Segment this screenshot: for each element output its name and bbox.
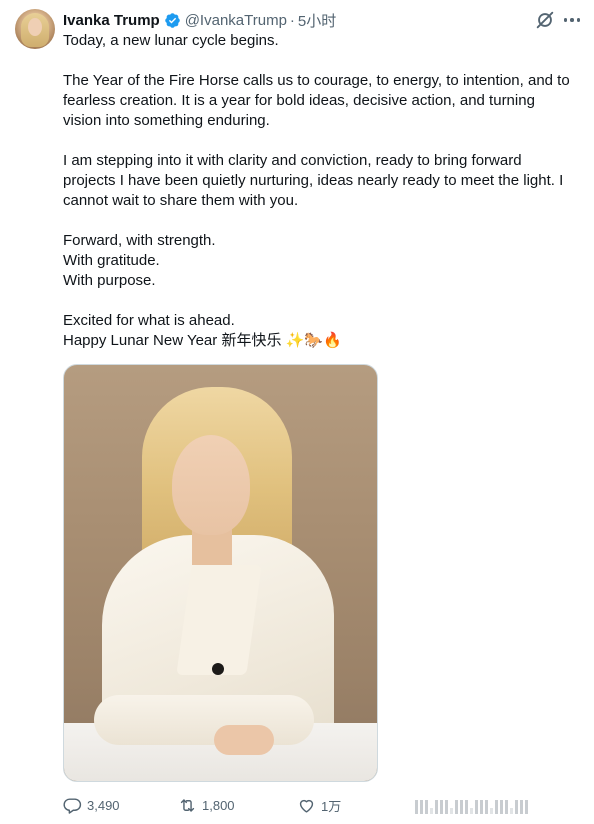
- retweet-count: 1,800: [202, 797, 235, 813]
- tweet-text: Today, a new lunar cycle begins. The Yea…: [63, 31, 585, 351]
- text-line: The Year of the Fire Horse calls us to c…: [63, 72, 570, 89]
- header-separator: ·: [289, 11, 295, 29]
- reply-count: 3,490: [87, 797, 120, 813]
- action-bar: 3,490 1,800 1万: [63, 794, 585, 816]
- paragraph-3: I am stepping into it with clarity and c…: [63, 151, 585, 211]
- like-button[interactable]: 1万: [297, 794, 341, 816]
- text-line: projects I have been quietly nurturing, …: [63, 172, 564, 189]
- text-line: Today, a new lunar cycle begins.: [63, 32, 279, 49]
- more-icon[interactable]: [561, 9, 583, 31]
- views-indicator[interactable]: [415, 794, 528, 816]
- photo-arm: [94, 695, 314, 745]
- text-line: With gratitude.: [63, 252, 160, 269]
- photo-jacket-button: [212, 663, 224, 675]
- photo-face: [172, 435, 250, 535]
- author-name[interactable]: Ivanka Trump: [63, 12, 160, 29]
- tweet-header: Ivanka Trump @IvankaTrump · 5小时: [63, 9, 336, 31]
- text-line: I am stepping into it with clarity and c…: [63, 152, 522, 169]
- photo-hand: [214, 725, 274, 755]
- avatar-face: [28, 18, 42, 36]
- views-icon: [415, 796, 528, 814]
- reply-icon: [63, 797, 82, 814]
- text-line: Forward, with strength.: [63, 232, 216, 249]
- like-count: 1万: [321, 798, 342, 814]
- retweet-button[interactable]: 1,800: [178, 794, 235, 816]
- retweet-icon: [180, 798, 195, 812]
- paragraph-5: Excited for what is ahead. Happy Lunar N…: [63, 311, 585, 351]
- paragraph-4: Forward, with strength. With gratitude. …: [63, 231, 585, 291]
- paragraph-1: Today, a new lunar cycle begins.: [63, 31, 585, 51]
- text-line: fearless creation. It is a year for bold…: [63, 92, 535, 109]
- text-line: Happy Lunar New Year 新年快乐 ✨🐎🔥: [63, 332, 342, 349]
- text-line: vision into something enduring.: [63, 112, 270, 129]
- grok-icon[interactable]: [534, 9, 556, 31]
- verified-badge-icon: [164, 12, 180, 28]
- author-avatar[interactable]: [15, 9, 55, 49]
- text-line: With purpose.: [63, 272, 156, 289]
- author-handle[interactable]: @IvankaTrump: [185, 12, 287, 29]
- tweet: Ivanka Trump @IvankaTrump · 5小时 Today, a…: [0, 0, 594, 824]
- reply-button[interactable]: 3,490: [63, 794, 120, 816]
- paragraph-2: The Year of the Fire Horse calls us to c…: [63, 71, 585, 131]
- text-line: cannot wait to share them with you.: [63, 192, 299, 209]
- text-line: Excited for what is ahead.: [63, 312, 235, 329]
- tweet-photo[interactable]: [63, 364, 378, 782]
- tweet-timestamp[interactable]: 5小时: [298, 10, 336, 31]
- like-icon: [299, 799, 314, 813]
